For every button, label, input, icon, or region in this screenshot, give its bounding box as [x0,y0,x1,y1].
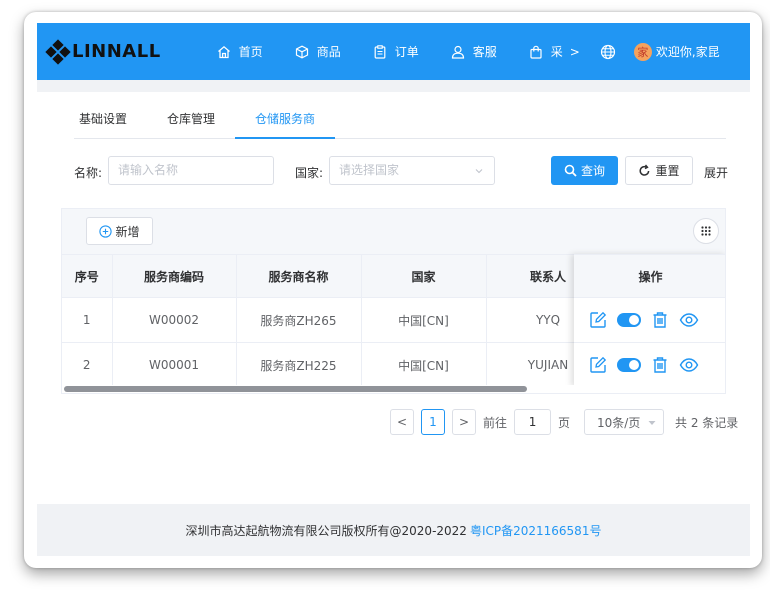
page-size-select[interactable]: 10条/页 [584,409,665,435]
pagination: < 1 > 前往 1 页 10条/页 共 2 条记录 [390,408,738,436]
reset-button[interactable]: 重置 [625,156,693,185]
nav-item-purchase[interactable]: 采 [529,43,563,60]
user-icon [451,45,464,59]
add-button[interactable]: 新增 [86,217,153,245]
page-number-button[interactable]: 1 [421,409,445,435]
brand-logo[interactable]: LINNALL [45,38,161,65]
page-unit-label: 页 [558,415,571,430]
col-header-index: 序号 [62,254,113,298]
prev-page-button[interactable]: < [390,409,414,435]
query-label: 查询 [580,164,605,178]
delete-icon[interactable] [651,356,669,374]
chevron-down-icon [648,421,656,425]
column-settings-button[interactable] [693,218,719,244]
grid-dots-icon [701,226,711,236]
home-icon [217,45,230,58]
edit-icon[interactable] [589,356,607,374]
enable-toggle[interactable] [617,358,641,372]
total-records: 共 2 条记录 [675,415,739,430]
nav-item-orders[interactable]: 订单 [373,43,419,60]
cell-country: 中国[CN] [361,342,487,388]
operations-row [574,297,725,342]
table-row: 1 W00002 服务商ZH265 中国[CN] YYQ [62,297,611,343]
copyright-text: 深圳市高达起航物流有限公司版权所有@2020-2022 [185,523,467,538]
nav-label-products: 商品 [316,45,341,59]
enable-toggle[interactable] [617,313,641,327]
scrollbar-thumb[interactable] [64,386,527,392]
refresh-icon [639,164,650,176]
tab-warehouse-management[interactable]: 仓库管理 [147,105,235,139]
data-table: 序号 服务商编码 服务商名称 国家 联系人 1 W00002 服务商ZH265 … [62,254,611,388]
name-label: 名称: [74,166,103,180]
view-eye-icon[interactable] [679,311,699,329]
nav-label-service: 客服 [472,45,497,59]
filter-form: 名称: 请输入名称 国家: 请选择国家 查询 重置 展开 [74,156,734,188]
tab-storage-providers[interactable]: 仓储服务商 [235,105,336,139]
cell-code: W00002 [112,297,237,343]
provider-table: 新增 序号 服务商编码 服务商名称 国家 联系人 1 W00002 服务商ZH2… [61,208,726,394]
name-input[interactable]: 请输入名称 [108,156,274,185]
plus-circle-icon [99,224,113,238]
nav-label-purchase: 采 [550,45,563,59]
edit-icon[interactable] [589,311,607,329]
app-window: LINNALL 首页 商品 订单 客服 采 > 家 欢迎你,家昆 基础设置 仓库… [24,12,762,568]
page-size-value: 10条/页 [597,415,641,430]
nav-item-products[interactable]: 商品 [295,43,341,60]
user-menu[interactable]: 家 欢迎你,家昆 [633,42,720,61]
country-select-placeholder: 请选择国家 [339,163,400,177]
next-page-button[interactable]: > [452,409,476,435]
cell-index: 2 [62,342,113,388]
cell-country: 中国[CN] [361,297,487,343]
operations-column: 操作 [574,254,725,387]
add-label: 新增 [115,224,140,239]
view-eye-icon[interactable] [679,356,699,374]
nav-label-orders: 订单 [394,45,419,59]
goto-label: 前往 [483,415,508,430]
table-row: 2 W00001 服务商ZH225 中国[CN] YUJIAN [62,342,611,388]
footer: 深圳市高达起航物流有限公司版权所有@2020-2022 粤ICP备2021166… [37,504,750,556]
bag-icon [530,45,542,59]
clipboard-icon [374,44,386,59]
cell-name: 服务商ZH225 [236,342,362,388]
search-icon [564,164,577,177]
country-select[interactable]: 请选择国家 [329,156,495,185]
icp-link[interactable]: 粤ICP备2021166581号 [470,522,602,539]
tab-basic-settings[interactable]: 基础设置 [74,105,147,139]
main-nav: 首页 商品 订单 客服 采 > 家 欢迎你,家昆 [217,42,720,61]
language-globe-icon[interactable] [600,44,616,60]
nav-more-arrow[interactable]: > [570,45,580,59]
expand-toggle[interactable]: 展开 [704,164,728,181]
nav-item-service[interactable]: 客服 [451,43,497,60]
reset-label: 重置 [655,164,680,178]
query-button[interactable]: 查询 [551,156,618,185]
delete-icon[interactable] [651,311,669,329]
horizontal-scrollbar[interactable] [62,385,725,393]
cell-index: 1 [62,297,113,343]
tab-bar: 基础设置 仓库管理 仓储服务商 [74,105,726,139]
col-header-code: 服务商编码 [112,254,237,298]
greeting-text: 欢迎你,家昆 [655,45,720,59]
col-header-operations: 操作 [574,254,725,297]
nav-item-home[interactable]: 首页 [217,43,263,60]
country-label: 国家: [295,166,324,180]
top-header: LINNALL 首页 商品 订单 客服 采 > 家 欢迎你,家昆 [37,23,750,80]
nav-label-home: 首页 [238,45,263,59]
goto-page-input[interactable]: 1 [514,409,552,435]
cell-code: W00001 [112,342,237,388]
operations-row [574,342,725,387]
table-toolbar: 新增 [62,209,725,254]
col-header-country: 国家 [361,254,487,298]
box-icon [295,45,308,58]
logo-mark-icon [45,38,71,65]
avatar: 家 [633,42,652,61]
logo-text: LINNALL [72,41,161,62]
main-panel: 基础设置 仓库管理 仓储服务商 名称: 请输入名称 国家: 请选择国家 查询 重… [37,92,750,504]
col-header-name: 服务商名称 [236,254,362,298]
cell-name: 服务商ZH265 [236,297,362,343]
chevron-down-icon [475,169,483,174]
